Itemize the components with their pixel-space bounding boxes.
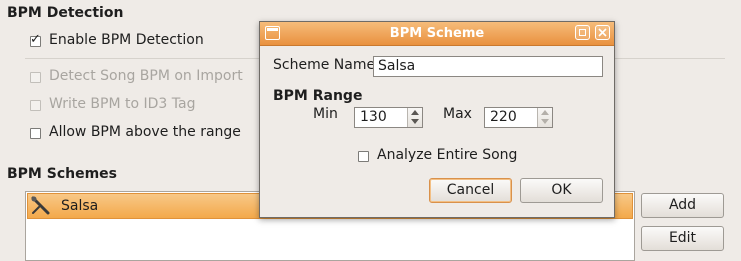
max-spin-arrows[interactable] [537,108,552,127]
min-spinbox[interactable]: 130 [354,107,423,128]
max-spinbox[interactable]: 220 [484,107,553,128]
bpm-range-header: BPM Range [273,88,363,104]
dialog-titlebar[interactable]: BPM Scheme [260,22,614,46]
enable-bpm-checkbox[interactable]: ✓ [30,32,41,47]
analyze-song-label[interactable]: Analyze Entire Song [377,147,517,163]
close-icon[interactable] [595,25,610,40]
allow-above-range-label[interactable]: Allow BPM above the range [49,124,241,140]
spin-up-icon[interactable] [411,110,419,115]
min-label: Min [313,106,338,122]
dialog-title: BPM Scheme [389,26,485,41]
analyze-song-checkbox[interactable] [358,151,369,162]
max-value: 220 [490,109,517,125]
scheme-name-label: Scheme Name: [273,57,380,73]
checkmark-icon: ✓ [30,32,41,47]
bpm-schemes-header: BPM Schemes [7,166,117,182]
min-spin-arrows[interactable] [407,108,422,127]
spin-up-icon[interactable] [541,110,549,115]
min-value: 130 [360,109,387,125]
metronome-icon [30,195,52,217]
edit-button[interactable]: Edit [641,226,724,251]
ok-button[interactable]: OK [520,178,603,203]
maximize-icon[interactable] [575,25,590,40]
spin-down-icon[interactable] [541,119,549,124]
write-id3-label[interactable]: Write BPM to ID3 Tag [49,96,195,112]
detect-on-import-checkbox[interactable] [30,72,41,83]
max-label: Max [443,106,472,122]
allow-above-range-checkbox[interactable] [30,128,41,139]
cancel-button[interactable]: Cancel [429,178,512,203]
spin-down-icon[interactable] [411,119,419,124]
detect-on-import-label[interactable]: Detect Song BPM on Import [49,68,243,84]
list-item-label: Salsa [61,198,99,214]
scheme-name-input[interactable]: Salsa [373,56,603,77]
enable-bpm-label[interactable]: Enable BPM Detection [49,32,204,48]
write-id3-checkbox[interactable] [30,100,41,111]
bpm-scheme-dialog: BPM Scheme Scheme Name: Salsa BPM Range … [259,21,615,218]
bpm-detection-header: BPM Detection [7,5,124,21]
add-button[interactable]: Add [641,193,724,218]
